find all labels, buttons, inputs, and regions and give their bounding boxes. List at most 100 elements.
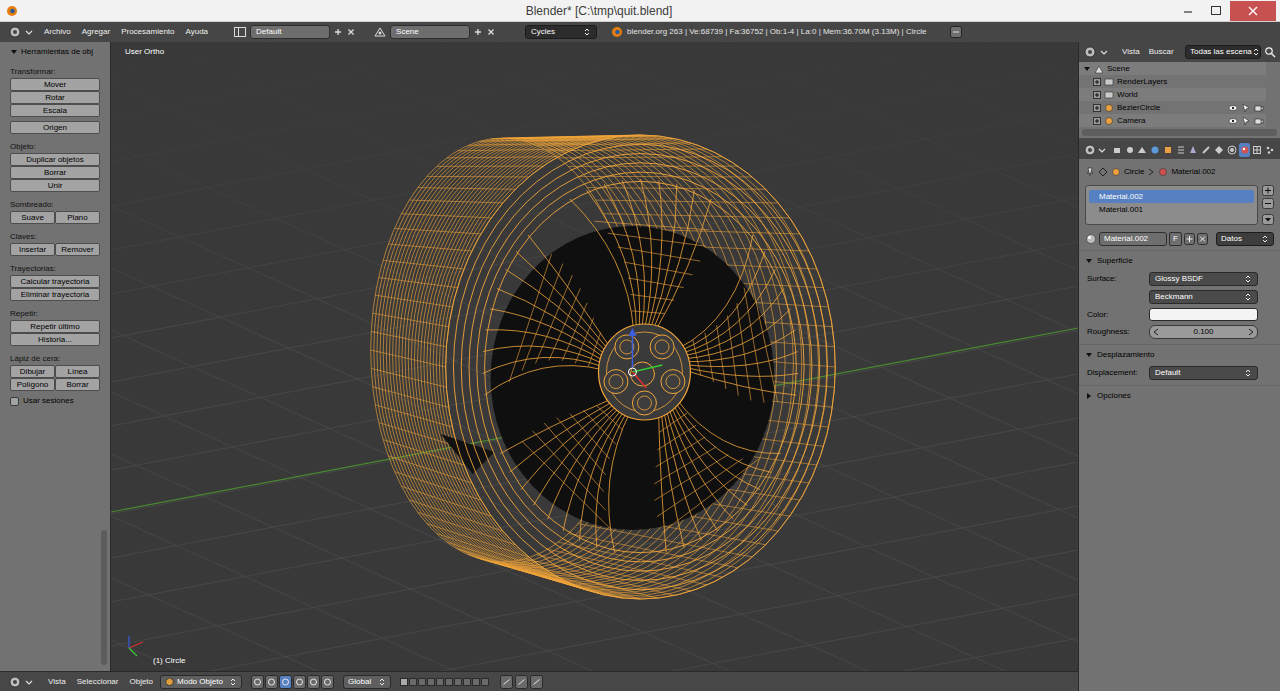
rotate-icon[interactable] xyxy=(307,675,320,689)
layer-icon[interactable] xyxy=(409,678,417,686)
outliner-row[interactable]: Camera xyxy=(1079,114,1266,127)
scene-icon[interactable] xyxy=(373,25,387,39)
checkbox[interactable] xyxy=(10,397,19,406)
collapse-triangle-icon[interactable] xyxy=(1085,257,1093,265)
screen-layout-icon[interactable] xyxy=(233,25,247,39)
layer-icon[interactable] xyxy=(418,678,426,686)
expand-box-icon[interactable] xyxy=(1093,104,1101,112)
outliner-row[interactable]: World xyxy=(1079,88,1266,101)
expand-box-icon[interactable] xyxy=(1093,117,1101,125)
dropdown-arrow-icon[interactable] xyxy=(25,678,33,686)
menu-item[interactable]: Agregar xyxy=(78,26,114,38)
dropdown-arrow-icon[interactable] xyxy=(25,28,33,36)
collapse-triangle-icon[interactable] xyxy=(1085,392,1093,400)
menu-item[interactable]: Vista xyxy=(44,676,70,688)
cursor-icon[interactable] xyxy=(1241,103,1251,113)
tool-button[interactable]: Escala xyxy=(10,104,100,117)
tool-button[interactable]: Duplicar objetos xyxy=(10,153,100,166)
editor-type-icon[interactable] xyxy=(1083,45,1097,59)
menu-item[interactable]: Seleccionar xyxy=(73,676,123,688)
properties-tab[interactable] xyxy=(1111,143,1123,157)
panel-header[interactable]: Superficie xyxy=(1079,250,1280,270)
editor-type-icon[interactable] xyxy=(8,675,22,689)
snap-icon[interactable] xyxy=(515,675,528,689)
camera-render-icon[interactable] xyxy=(1254,116,1264,126)
tool-button[interactable]: Unir xyxy=(10,179,100,192)
layer-icon[interactable] xyxy=(436,678,444,686)
add-scene-icon[interactable] xyxy=(473,27,483,37)
link-dropdown[interactable]: Datos xyxy=(1216,232,1274,246)
layer-icon[interactable] xyxy=(463,678,471,686)
tool-button[interactable]: Remover xyxy=(55,243,100,256)
layer-icon[interactable] xyxy=(400,678,408,686)
outliner-label[interactable]: BezierCircle xyxy=(1117,102,1160,114)
properties-tab[interactable] xyxy=(1149,143,1161,157)
menu-item[interactable]: Objeto xyxy=(125,676,157,688)
render-engine-dropdown[interactable]: Cycles xyxy=(525,25,597,39)
move-icon[interactable] xyxy=(293,675,306,689)
material-sphere-icon[interactable] xyxy=(1085,233,1097,245)
layer-icon[interactable] xyxy=(445,678,453,686)
menu-item[interactable]: Buscar xyxy=(1146,46,1177,58)
panel-header[interactable]: Opciones xyxy=(1079,385,1280,405)
editor-type-icon[interactable] xyxy=(1083,143,1097,157)
menu-item[interactable]: Vista xyxy=(1119,46,1143,58)
new-material-icon[interactable] xyxy=(1184,233,1195,245)
number-field[interactable]: 0.100 xyxy=(1149,325,1258,339)
pivot-icon[interactable] xyxy=(265,675,278,689)
lock-icon[interactable] xyxy=(500,675,513,689)
cursor-icon[interactable] xyxy=(1241,116,1251,126)
eye-icon[interactable] xyxy=(1228,116,1238,126)
outliner-row[interactable]: Scene xyxy=(1079,62,1266,75)
minimize-icon[interactable] xyxy=(1174,1,1202,21)
properties-tab[interactable] xyxy=(1264,143,1276,157)
dropdown-arrow-icon[interactable] xyxy=(1098,146,1106,154)
display-mode-dropdown[interactable]: Todas las escena xyxy=(1185,45,1261,59)
properties-tab[interactable] xyxy=(1137,143,1149,157)
orientation-dropdown[interactable]: Global xyxy=(343,675,391,689)
properties-tab[interactable] xyxy=(1239,143,1251,157)
menu-item[interactable]: Procesamiento xyxy=(117,26,178,38)
decrement-icon[interactable] xyxy=(1153,328,1159,336)
collapse-triangle-icon[interactable] xyxy=(1085,351,1093,359)
mode-dropdown[interactable]: Modo Objeto xyxy=(160,675,242,689)
menu-item[interactable]: Ayuda xyxy=(182,26,213,38)
expand-box-icon[interactable] xyxy=(1093,78,1101,86)
tool-button[interactable]: Suave xyxy=(10,211,55,224)
wheel-model-scene[interactable] xyxy=(111,42,1078,671)
pin-icon[interactable] xyxy=(1085,167,1095,177)
increment-icon[interactable] xyxy=(1248,328,1254,336)
material-slot[interactable]: Material.001 xyxy=(1089,203,1254,216)
tool-button[interactable]: Rotar xyxy=(10,91,100,104)
material-slot[interactable]: Material.002 xyxy=(1089,190,1254,203)
render-icon[interactable] xyxy=(530,675,543,689)
report-icon[interactable] xyxy=(949,25,963,39)
slot-menu-icon[interactable] xyxy=(1262,214,1274,225)
color-swatch[interactable] xyxy=(1149,308,1258,321)
breadcrumb-item[interactable]: Circle xyxy=(1124,166,1144,178)
add-slot-icon[interactable] xyxy=(1262,185,1274,196)
menu-item[interactable]: Archivo xyxy=(40,26,75,38)
material-name-field[interactable]: Material.002 xyxy=(1099,232,1167,246)
manipulator-icon[interactable] xyxy=(279,675,292,689)
layer-icon[interactable] xyxy=(481,678,489,686)
properties-tab[interactable] xyxy=(1175,143,1187,157)
tool-button[interactable]: Plano xyxy=(55,211,100,224)
property-dropdown[interactable]: Default xyxy=(1149,366,1258,380)
expand-triangle-icon[interactable] xyxy=(1083,65,1091,73)
scale-icon[interactable] xyxy=(321,675,334,689)
scene-field[interactable]: Scene xyxy=(390,25,470,39)
option-checkbox-row[interactable]: Usar sesiones xyxy=(10,395,100,407)
properties-tab[interactable] xyxy=(1124,143,1136,157)
panel-header[interactable]: Desplazamiento xyxy=(1079,344,1280,364)
tool-button[interactable]: Origen xyxy=(10,121,100,134)
shelf-scrollbar[interactable] xyxy=(101,530,107,665)
outliner-scrollbar[interactable] xyxy=(1082,129,1277,136)
layer-icon[interactable] xyxy=(454,678,462,686)
dropdown-arrow-icon[interactable] xyxy=(1100,48,1108,56)
layer-icon[interactable] xyxy=(427,678,435,686)
tool-button[interactable]: Historia... xyxy=(10,333,100,346)
properties-tab[interactable] xyxy=(1251,143,1263,157)
properties-tab[interactable] xyxy=(1213,143,1225,157)
collapse-triangle-icon[interactable] xyxy=(10,48,18,56)
